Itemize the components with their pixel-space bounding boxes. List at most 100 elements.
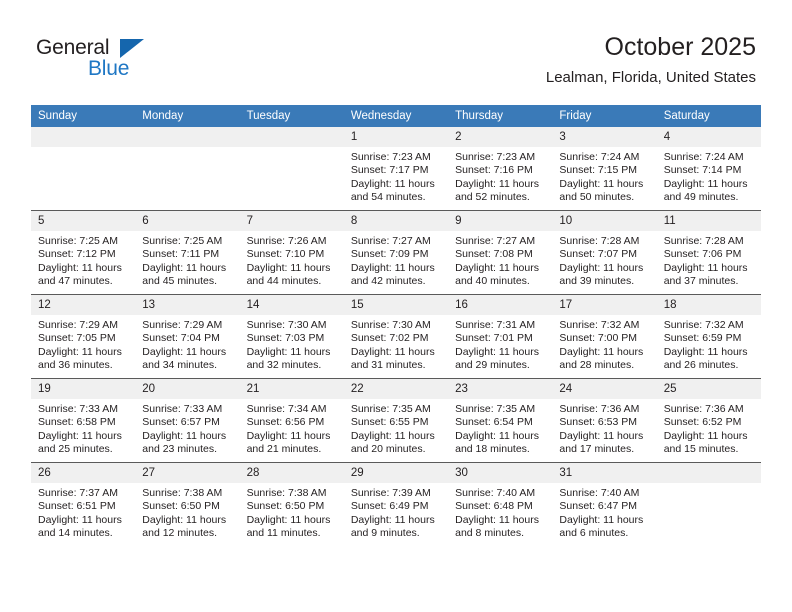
calendar-day-cell[interactable]: 31 Sunrise: 7:40 AM Sunset: 6:47 PM Dayligh… bbox=[552, 462, 657, 546]
daylight-text-cont: and 14 minutes. bbox=[38, 527, 113, 540]
day-number: 6 bbox=[135, 211, 240, 231]
day-number: 10 bbox=[552, 211, 657, 231]
day-details: Sunrise: 7:37 AM Sunset: 6:51 PM Daylight:… bbox=[31, 483, 135, 541]
daylight-text-cont: and 52 minutes. bbox=[455, 191, 530, 204]
sunset-text: Sunset: 7:04 PM bbox=[142, 332, 220, 345]
day-number: 29 bbox=[343, 463, 449, 483]
calendar-day-cell[interactable]: 12 Sunrise: 7:29 AM Sunset: 7:05 PM Dayligh… bbox=[31, 294, 136, 379]
calendar-day-cell[interactable]: 4 Sunrise: 7:24 AM Sunset: 7:14 PM Daylight… bbox=[656, 127, 761, 211]
daylight-text-cont: and 42 minutes. bbox=[350, 275, 426, 288]
sunrise-text: Sunrise: 7:37 AM bbox=[38, 487, 118, 499]
calendar-day-cell[interactable]: 13 Sunrise: 7:29 AM Sunset: 7:04 PM Dayligh… bbox=[135, 294, 240, 379]
calendar-day-cell[interactable]: 6 Sunrise: 7:25 AM Sunset: 7:11 PM Daylight… bbox=[135, 210, 240, 295]
page-title: October 2025 bbox=[604, 33, 757, 61]
day-details: Sunrise: 7:24 AM Sunset: 7:15 PM Daylight:… bbox=[552, 147, 656, 205]
weekday-header-thursday: Thursday bbox=[448, 105, 553, 127]
calendar-day-cell[interactable]: 22 Sunrise: 7:35 AM Sunset: 6:55 PM Dayligh… bbox=[343, 378, 449, 463]
day-number: 11 bbox=[656, 211, 761, 231]
sunset-text: Sunset: 6:55 PM bbox=[350, 416, 429, 429]
sunset-text: Sunset: 6:57 PM bbox=[142, 416, 220, 429]
calendar-day-cell[interactable]: 3 Sunrise: 7:24 AM Sunset: 7:15 PM Daylight… bbox=[552, 127, 657, 211]
calendar-week-row: 26 Sunrise: 7:37 AM Sunset: 6:51 PM Dayligh… bbox=[31, 462, 761, 546]
sunrise-text: Sunrise: 7:28 AM bbox=[663, 235, 744, 247]
day-number bbox=[656, 463, 761, 483]
daylight-text-cont: and 18 minutes. bbox=[455, 443, 530, 456]
day-number bbox=[135, 127, 240, 147]
calendar-body: 1 Sunrise: 7:23 AM Sunset: 7:17 PM Daylight… bbox=[31, 127, 761, 546]
sunrise-text: Sunrise: 7:35 AM bbox=[350, 403, 431, 415]
calendar-day-cell[interactable]: 2 Sunrise: 7:23 AM Sunset: 7:16 PM Daylight… bbox=[448, 127, 553, 211]
daylight-text: Daylight: 11 hours bbox=[246, 429, 331, 442]
calendar-day-cell[interactable]: 30 Sunrise: 7:40 AM Sunset: 6:48 PM Dayligh… bbox=[448, 462, 553, 546]
calendar-day-cell[interactable]: 25 Sunrise: 7:36 AM Sunset: 6:52 PM Dayligh… bbox=[656, 378, 761, 463]
daylight-text-cont: and 11 minutes. bbox=[246, 527, 321, 540]
calendar-day-cell[interactable]: 17 Sunrise: 7:32 AM Sunset: 7:00 PM Dayligh… bbox=[552, 294, 657, 379]
daylight-text-cont: and 26 minutes. bbox=[663, 359, 739, 372]
day-details: Sunrise: 7:36 AM Sunset: 6:53 PM Daylight:… bbox=[552, 399, 656, 457]
calendar-day-cell[interactable]: 14 Sunrise: 7:30 AM Sunset: 7:03 PM Dayligh… bbox=[239, 294, 344, 379]
general-blue-logo[interactable]: General Blue bbox=[36, 36, 176, 84]
calendar-day-cell[interactable]: 7 Sunrise: 7:26 AM Sunset: 7:10 PM Daylight… bbox=[239, 210, 344, 295]
daylight-text: Daylight: 11 hours bbox=[246, 345, 331, 358]
calendar-day-cell[interactable]: 23 Sunrise: 7:35 AM Sunset: 6:54 PM Dayligh… bbox=[448, 378, 553, 463]
daylight-text-cont: and 25 minutes. bbox=[38, 443, 113, 456]
logo-text-blue: Blue bbox=[88, 57, 130, 80]
daylight-text-cont: and 49 minutes. bbox=[663, 191, 739, 204]
calendar-day-cell[interactable]: 9 Sunrise: 7:27 AM Sunset: 7:08 PM Daylight… bbox=[448, 210, 553, 295]
daylight-text: Daylight: 11 hours bbox=[38, 345, 122, 358]
calendar-day-cell[interactable]: 26 Sunrise: 7:37 AM Sunset: 6:51 PM Dayligh… bbox=[31, 462, 136, 546]
day-details: Sunrise: 7:39 AM Sunset: 6:49 PM Daylight:… bbox=[344, 483, 448, 541]
daylight-text-cont: and 31 minutes. bbox=[350, 359, 426, 372]
daylight-text: Daylight: 11 hours bbox=[350, 429, 435, 442]
day-number: 21 bbox=[239, 379, 344, 399]
calendar-day-cell[interactable]: 8 Sunrise: 7:27 AM Sunset: 7:09 PM Daylight… bbox=[343, 210, 449, 295]
sunrise-text: Sunrise: 7:36 AM bbox=[663, 403, 744, 415]
sunrise-text: Sunrise: 7:27 AM bbox=[455, 235, 536, 247]
daylight-text-cont: and 8 minutes. bbox=[455, 527, 525, 540]
calendar-day-cell-empty bbox=[656, 462, 761, 546]
sunrise-text: Sunrise: 7:33 AM bbox=[38, 403, 118, 415]
calendar-day-cell[interactable]: 15 Sunrise: 7:30 AM Sunset: 7:02 PM Dayligh… bbox=[343, 294, 449, 379]
calendar-day-cell[interactable]: 20 Sunrise: 7:33 AM Sunset: 6:57 PM Dayligh… bbox=[135, 378, 240, 463]
sunrise-text: Sunrise: 7:38 AM bbox=[142, 487, 223, 499]
logo-triangle-icon bbox=[120, 39, 144, 58]
daylight-text-cont: and 40 minutes. bbox=[455, 275, 530, 288]
calendar-day-cell[interactable]: 21 Sunrise: 7:34 AM Sunset: 6:56 PM Dayligh… bbox=[239, 378, 344, 463]
daylight-text: Daylight: 11 hours bbox=[38, 513, 122, 526]
daylight-text: Daylight: 11 hours bbox=[246, 261, 331, 274]
day-number: 12 bbox=[31, 295, 136, 315]
calendar-day-cell[interactable]: 16 Sunrise: 7:31 AM Sunset: 7:01 PM Dayligh… bbox=[448, 294, 553, 379]
day-details bbox=[31, 147, 135, 151]
day-details: Sunrise: 7:26 AM Sunset: 7:10 PM Daylight:… bbox=[240, 231, 344, 289]
calendar-day-cell[interactable]: 27 Sunrise: 7:38 AM Sunset: 6:50 PM Dayligh… bbox=[135, 462, 240, 546]
calendar-day-cell[interactable]: 18 Sunrise: 7:32 AM Sunset: 6:59 PM Dayligh… bbox=[656, 294, 761, 379]
calendar-week-row: 19 Sunrise: 7:33 AM Sunset: 6:58 PM Dayligh… bbox=[31, 378, 761, 463]
day-number: 26 bbox=[31, 463, 136, 483]
day-number bbox=[239, 127, 344, 147]
calendar-day-cell[interactable]: 5 Sunrise: 7:25 AM Sunset: 7:12 PM Daylight… bbox=[31, 210, 136, 295]
daylight-text: Daylight: 11 hours bbox=[350, 513, 435, 526]
daylight-text-cont: and 9 minutes. bbox=[350, 527, 420, 540]
day-number: 5 bbox=[31, 211, 136, 231]
calendar-day-cell[interactable]: 28 Sunrise: 7:38 AM Sunset: 6:50 PM Dayligh… bbox=[239, 462, 344, 546]
daylight-text: Daylight: 11 hours bbox=[142, 513, 227, 526]
sunrise-text: Sunrise: 7:33 AM bbox=[142, 403, 223, 415]
calendar-day-cell[interactable]: 10 Sunrise: 7:28 AM Sunset: 7:07 PM Dayligh… bbox=[552, 210, 657, 295]
sunset-text: Sunset: 7:10 PM bbox=[246, 248, 325, 261]
calendar-day-cell[interactable]: 24 Sunrise: 7:36 AM Sunset: 6:53 PM Dayligh… bbox=[552, 378, 657, 463]
day-details: Sunrise: 7:25 AM Sunset: 7:11 PM Daylight:… bbox=[135, 231, 239, 289]
day-details: Sunrise: 7:29 AM Sunset: 7:05 PM Daylight:… bbox=[31, 315, 135, 373]
calendar-day-cell[interactable]: 1 Sunrise: 7:23 AM Sunset: 7:17 PM Daylight… bbox=[343, 127, 449, 211]
calendar-day-cell[interactable]: 19 Sunrise: 7:33 AM Sunset: 6:58 PM Dayligh… bbox=[31, 378, 136, 463]
calendar-day-cell-empty bbox=[31, 127, 136, 211]
sunrise-text: Sunrise: 7:24 AM bbox=[559, 151, 640, 163]
daylight-text-cont: and 23 minutes. bbox=[142, 443, 217, 456]
day-details: Sunrise: 7:27 AM Sunset: 7:08 PM Daylight:… bbox=[448, 231, 552, 289]
calendar-page: General Blue October 2025 Lealman, Flori… bbox=[0, 0, 792, 612]
sunrise-text: Sunrise: 7:40 AM bbox=[455, 487, 536, 499]
sunrise-text: Sunrise: 7:23 AM bbox=[350, 151, 431, 163]
calendar-day-cell[interactable]: 29 Sunrise: 7:39 AM Sunset: 6:49 PM Dayligh… bbox=[343, 462, 449, 546]
calendar-day-cell[interactable]: 11 Sunrise: 7:28 AM Sunset: 7:06 PM Dayligh… bbox=[656, 210, 761, 295]
day-details bbox=[657, 483, 761, 487]
day-number: 13 bbox=[135, 295, 240, 315]
